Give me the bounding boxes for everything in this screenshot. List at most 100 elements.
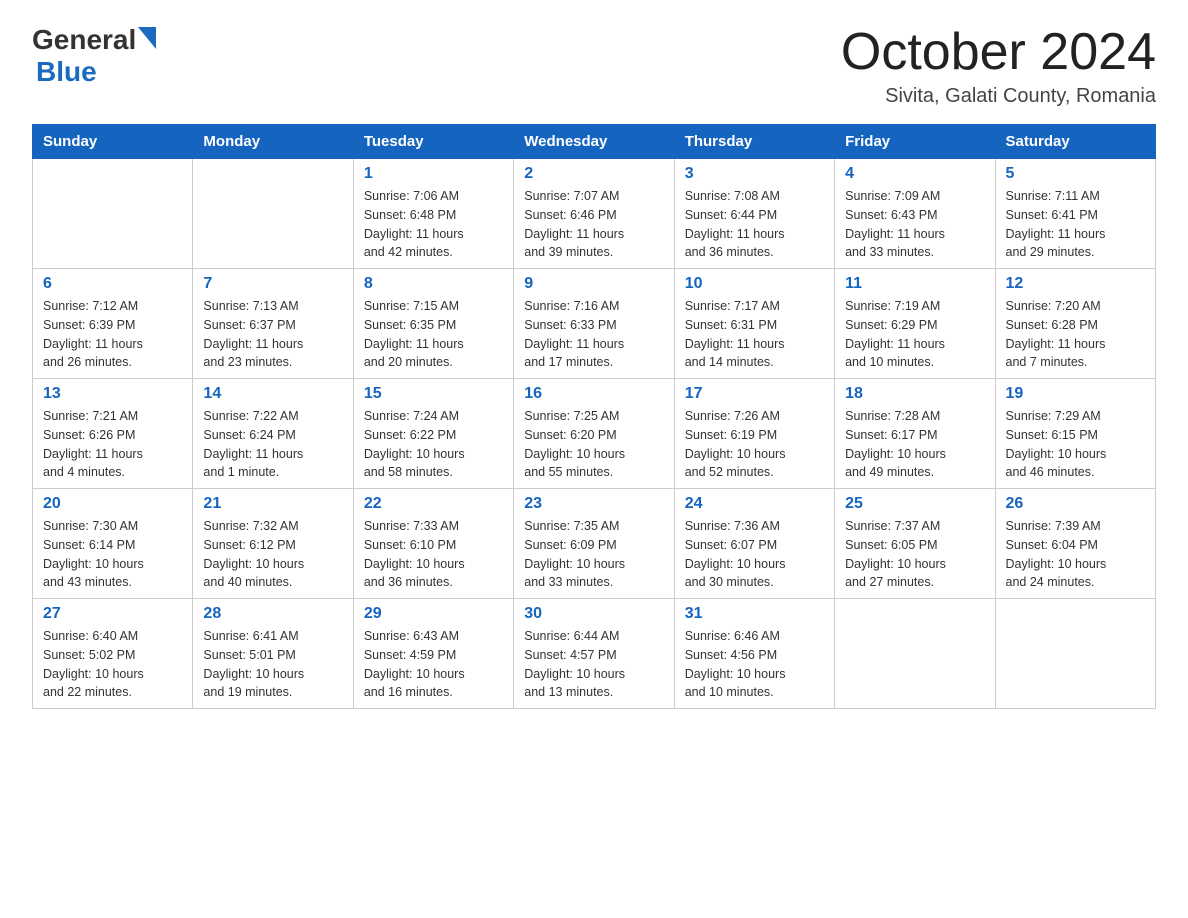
- day-info: Sunrise: 7:32 AM Sunset: 6:12 PM Dayligh…: [203, 517, 342, 592]
- calendar-cell: 3Sunrise: 7:08 AM Sunset: 6:44 PM Daylig…: [674, 159, 834, 269]
- calendar-cell: 22 Sunrise: 7:33 AM Sunset: 6:10 PM Dayli…: [353, 489, 513, 599]
- weekday-header-friday: Friday: [835, 125, 995, 159]
- day-info: Sunrise: 7:17 AM Sunset: 6:31 PM Dayligh…: [685, 297, 824, 372]
- day-number: 30: [524, 605, 663, 623]
- calendar-week-row: 20 Sunrise: 7:30 AM Sunset: 6:14 PM Dayli…: [33, 489, 1156, 599]
- day-number: 19: [1006, 385, 1145, 403]
- day-info: Sunrise: 6:46 AM Sunset: 4:56 PM Dayligh…: [685, 627, 824, 702]
- calendar-cell: 10 Sunrise: 7:17 AM Sunset: 6:31 PM Dayli…: [674, 269, 834, 379]
- calendar-cell: 6Sunrise: 7:12 AM Sunset: 6:39 PM Daylig…: [33, 269, 193, 379]
- calendar-cell: 28 Sunrise: 6:41 AM Sunset: 5:01 PM Dayli…: [193, 599, 353, 709]
- calendar-cell: 17Sunrise: 7:26 AM Sunset: 6:19 PM Dayli…: [674, 379, 834, 489]
- title-block: October 2024 Sivita, Galati County, Roma…: [841, 24, 1156, 108]
- day-info: Sunrise: 7:07 AM Sunset: 6:46 PM Dayligh…: [524, 187, 663, 262]
- calendar-week-row: 6Sunrise: 7:12 AM Sunset: 6:39 PM Daylig…: [33, 269, 1156, 379]
- day-number: 13: [43, 385, 182, 403]
- calendar-table: SundayMondayTuesdayWednesdayThursdayFrid…: [32, 124, 1156, 709]
- day-number: 28: [203, 605, 342, 623]
- day-info: Sunrise: 7:09 AM Sunset: 6:43 PM Dayligh…: [845, 187, 984, 262]
- calendar-cell: 2 Sunrise: 7:07 AM Sunset: 6:46 PM Daylig…: [514, 159, 674, 269]
- day-info: Sunrise: 7:13 AM Sunset: 6:37 PM Dayligh…: [203, 297, 342, 372]
- calendar-week-row: 13 Sunrise: 7:21 AM Sunset: 6:26 PM Dayli…: [33, 379, 1156, 489]
- day-number: 9: [524, 275, 663, 293]
- day-info: Sunrise: 6:41 AM Sunset: 5:01 PM Dayligh…: [203, 627, 342, 702]
- day-number: 20: [43, 495, 182, 513]
- day-number: 17: [685, 385, 824, 403]
- calendar-cell: 9 Sunrise: 7:16 AM Sunset: 6:33 PM Daylig…: [514, 269, 674, 379]
- calendar-cell: 20 Sunrise: 7:30 AM Sunset: 6:14 PM Dayli…: [33, 489, 193, 599]
- day-info: Sunrise: 7:24 AM Sunset: 6:22 PM Dayligh…: [364, 407, 503, 482]
- day-info: Sunrise: 7:21 AM Sunset: 6:26 PM Dayligh…: [43, 407, 182, 482]
- calendar-cell: 30 Sunrise: 6:44 AM Sunset: 4:57 PM Dayli…: [514, 599, 674, 709]
- weekday-header-wednesday: Wednesday: [514, 125, 674, 159]
- calendar-cell: 8Sunrise: 7:15 AM Sunset: 6:35 PM Daylig…: [353, 269, 513, 379]
- calendar-cell: 14Sunrise: 7:22 AM Sunset: 6:24 PM Dayli…: [193, 379, 353, 489]
- day-info: Sunrise: 7:16 AM Sunset: 6:33 PM Dayligh…: [524, 297, 663, 372]
- day-number: 2: [524, 165, 663, 183]
- day-info: Sunrise: 7:19 AM Sunset: 6:29 PM Dayligh…: [845, 297, 984, 372]
- calendar-cell: 18 Sunrise: 7:28 AM Sunset: 6:17 PM Dayli…: [835, 379, 995, 489]
- day-number: 11: [845, 275, 984, 293]
- day-number: 23: [524, 495, 663, 513]
- day-number: 10: [685, 275, 824, 293]
- day-number: 6: [43, 275, 182, 293]
- month-title: October 2024: [841, 24, 1156, 81]
- weekday-header-monday: Monday: [193, 125, 353, 159]
- day-info: Sunrise: 7:36 AM Sunset: 6:07 PM Dayligh…: [685, 517, 824, 592]
- day-info: Sunrise: 7:30 AM Sunset: 6:14 PM Dayligh…: [43, 517, 182, 592]
- day-number: 16: [524, 385, 663, 403]
- day-number: 22: [364, 495, 503, 513]
- calendar-cell: [995, 599, 1155, 709]
- calendar-cell: 27Sunrise: 6:40 AM Sunset: 5:02 PM Dayli…: [33, 599, 193, 709]
- day-info: Sunrise: 7:28 AM Sunset: 6:17 PM Dayligh…: [845, 407, 984, 482]
- day-number: 14: [203, 385, 342, 403]
- day-info: Sunrise: 7:35 AM Sunset: 6:09 PM Dayligh…: [524, 517, 663, 592]
- calendar-cell: 26Sunrise: 7:39 AM Sunset: 6:04 PM Dayli…: [995, 489, 1155, 599]
- day-info: Sunrise: 7:37 AM Sunset: 6:05 PM Dayligh…: [845, 517, 984, 592]
- calendar-cell: 12Sunrise: 7:20 AM Sunset: 6:28 PM Dayli…: [995, 269, 1155, 379]
- day-info: Sunrise: 7:29 AM Sunset: 6:15 PM Dayligh…: [1006, 407, 1145, 482]
- logo: General Blue: [32, 24, 156, 88]
- day-info: Sunrise: 7:11 AM Sunset: 6:41 PM Dayligh…: [1006, 187, 1145, 262]
- logo-blue-text: Blue: [36, 56, 97, 88]
- day-info: Sunrise: 7:33 AM Sunset: 6:10 PM Dayligh…: [364, 517, 503, 592]
- calendar-cell: 13 Sunrise: 7:21 AM Sunset: 6:26 PM Dayli…: [33, 379, 193, 489]
- day-number: 25: [845, 495, 984, 513]
- logo-triangle-icon: [138, 27, 156, 54]
- calendar-cell: [835, 599, 995, 709]
- day-number: 3: [685, 165, 824, 183]
- day-number: 27: [43, 605, 182, 623]
- day-info: Sunrise: 7:39 AM Sunset: 6:04 PM Dayligh…: [1006, 517, 1145, 592]
- weekday-header-saturday: Saturday: [995, 125, 1155, 159]
- day-number: 8: [364, 275, 503, 293]
- page-header: General Blue October 2024 Sivita, Galati…: [32, 24, 1156, 108]
- day-number: 5: [1006, 165, 1145, 183]
- weekday-header-thursday: Thursday: [674, 125, 834, 159]
- day-number: 18: [845, 385, 984, 403]
- day-number: 29: [364, 605, 503, 623]
- calendar-cell: 23 Sunrise: 7:35 AM Sunset: 6:09 PM Dayli…: [514, 489, 674, 599]
- day-number: 15: [364, 385, 503, 403]
- day-info: Sunrise: 7:20 AM Sunset: 6:28 PM Dayligh…: [1006, 297, 1145, 372]
- calendar-cell: [33, 159, 193, 269]
- calendar-week-row: 1Sunrise: 7:06 AM Sunset: 6:48 PM Daylig…: [33, 159, 1156, 269]
- calendar-cell: 21 Sunrise: 7:32 AM Sunset: 6:12 PM Dayli…: [193, 489, 353, 599]
- calendar-cell: 31Sunrise: 6:46 AM Sunset: 4:56 PM Dayli…: [674, 599, 834, 709]
- day-number: 7: [203, 275, 342, 293]
- calendar-cell: 15 Sunrise: 7:24 AM Sunset: 6:22 PM Dayli…: [353, 379, 513, 489]
- day-number: 21: [203, 495, 342, 513]
- weekday-header-tuesday: Tuesday: [353, 125, 513, 159]
- logo-general-text: General: [32, 24, 136, 56]
- calendar-cell: 29Sunrise: 6:43 AM Sunset: 4:59 PM Dayli…: [353, 599, 513, 709]
- calendar-cell: 16 Sunrise: 7:25 AM Sunset: 6:20 PM Dayli…: [514, 379, 674, 489]
- calendar-cell: 11 Sunrise: 7:19 AM Sunset: 6:29 PM Dayli…: [835, 269, 995, 379]
- calendar-cell: 7 Sunrise: 7:13 AM Sunset: 6:37 PM Daylig…: [193, 269, 353, 379]
- day-info: Sunrise: 7:25 AM Sunset: 6:20 PM Dayligh…: [524, 407, 663, 482]
- calendar-cell: 4Sunrise: 7:09 AM Sunset: 6:43 PM Daylig…: [835, 159, 995, 269]
- location-title: Sivita, Galati County, Romania: [841, 85, 1156, 108]
- day-number: 1: [364, 165, 503, 183]
- calendar-cell: 19 Sunrise: 7:29 AM Sunset: 6:15 PM Dayli…: [995, 379, 1155, 489]
- calendar-cell: 24 Sunrise: 7:36 AM Sunset: 6:07 PM Dayli…: [674, 489, 834, 599]
- day-number: 24: [685, 495, 824, 513]
- day-info: Sunrise: 6:44 AM Sunset: 4:57 PM Dayligh…: [524, 627, 663, 702]
